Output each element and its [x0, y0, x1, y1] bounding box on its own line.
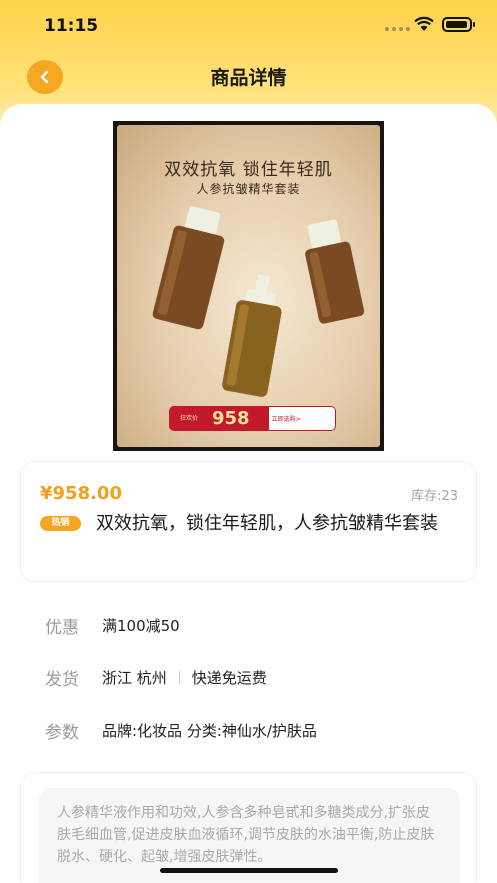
product-info-card: ¥958.00 库存:23 热销 双效抗氧，锁住年轻肌，人参抗皱精华套装: [20, 461, 477, 582]
serum-bottles-illustration: [152, 206, 365, 397]
status-time: 11:15: [44, 16, 99, 36]
poster-price-label: 狂欢价: [180, 414, 199, 422]
product-poster: 双效抗氧 锁住年轻肌 人参抗皱精华套装 狂欢价 958 立即选购>: [117, 125, 380, 447]
discount-row[interactable]: 优惠 满100减50: [45, 613, 180, 638]
product-image[interactable]: 双效抗氧 锁住年轻肌 人参抗皱精华套装 狂欢价 958 立即选购>: [113, 121, 384, 451]
divider: [178, 671, 180, 684]
spec-card: 优惠 满100减50 发货 浙江 杭州 快递免运费 参数 品牌:化妆品 分类:神…: [20, 593, 477, 761]
status-bar: 11:15: [0, 0, 497, 48]
poster-price-tag: 狂欢价 958 立即选购>: [169, 406, 336, 431]
product-name: 双效抗氧，锁住年轻肌，人参抗皱精华套装: [96, 513, 438, 534]
params-row[interactable]: 参数 品牌:化妆品 分类:神仙水/护肤品: [45, 718, 317, 743]
hot-badge: 热销: [40, 516, 81, 531]
shipping-row[interactable]: 发货 浙江 杭州 快递免运费: [45, 665, 267, 690]
params-label: 参数: [45, 723, 79, 743]
home-indicator[interactable]: [160, 868, 338, 873]
shipping-method: 快递免运费: [191, 669, 267, 687]
shipping-origin: 浙江 杭州: [102, 669, 167, 687]
product-price: ¥958.00: [40, 483, 122, 504]
poster-price: 958: [212, 408, 250, 429]
stock-count: 库存:23: [411, 489, 458, 504]
shipping-label: 发货: [45, 670, 79, 690]
battery-icon: [442, 17, 475, 32]
page-title: 商品详情: [210, 67, 287, 89]
poster-buy-label: 立即选购>: [271, 416, 301, 423]
discount-label: 优惠: [45, 618, 79, 638]
signal-icon: [385, 27, 410, 31]
description-card: 人参精华液作用和功效,人参含多种皂甙和多糖类成分,扩张皮肤毛细血管,促进皮肤血液…: [20, 772, 477, 883]
wifi-icon: [414, 16, 434, 31]
discount-value: 满100减50: [102, 617, 180, 635]
params-value: 品牌:化妆品 分类:神仙水/护肤品: [102, 722, 317, 740]
